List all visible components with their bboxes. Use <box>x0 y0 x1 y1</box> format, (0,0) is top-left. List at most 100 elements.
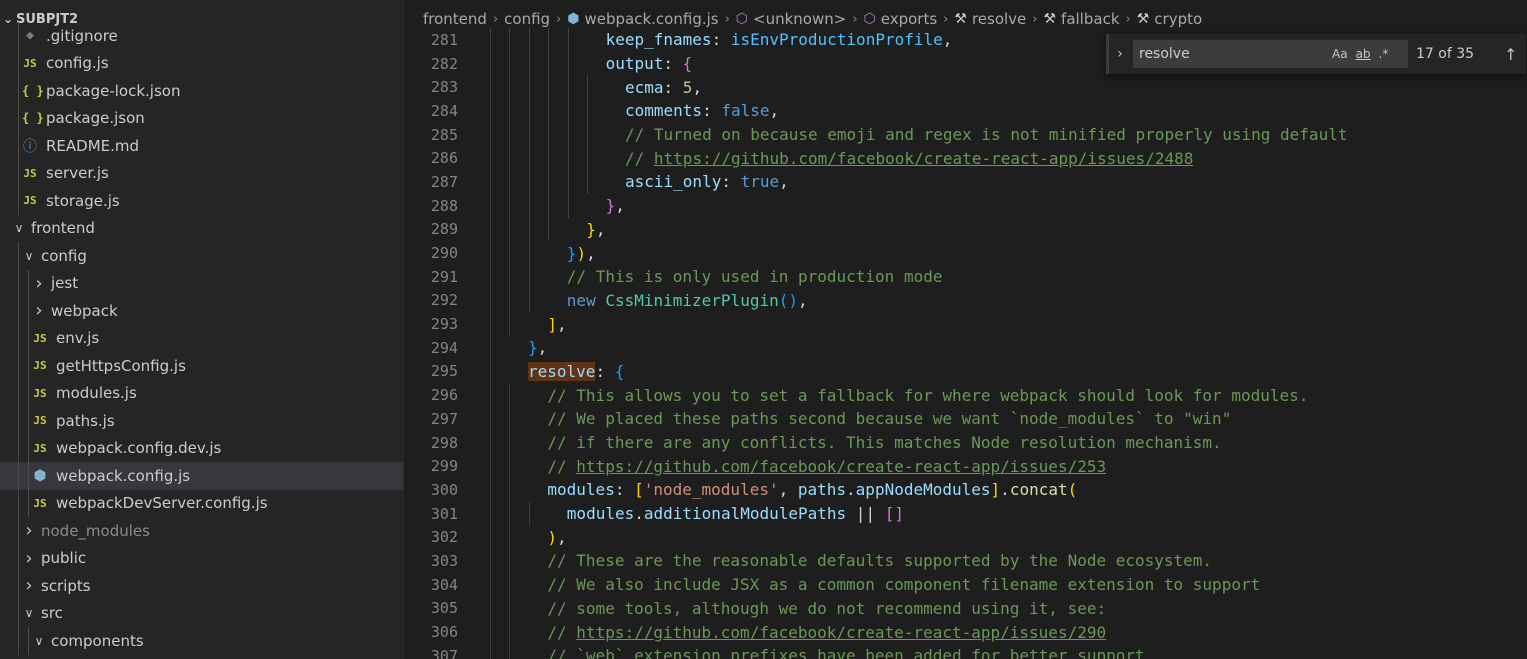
find-field[interactable]: Aa ab .* <box>1133 40 1408 68</box>
code-line[interactable]: 293], <box>404 312 1527 336</box>
tree-folder[interactable]: › node_modules <box>0 517 403 545</box>
code-line[interactable]: 285 // Turned on because emoji and regex … <box>404 122 1527 147</box>
whole-word-toggle[interactable]: ab <box>1356 47 1371 61</box>
code-line[interactable]: 303 // These are the reasonable defaults … <box>404 549 1527 573</box>
indent-guide <box>18 324 19 352</box>
tree-folder[interactable]: › public <box>0 544 403 572</box>
code-token: : <box>663 54 683 74</box>
js-icon: JS <box>33 496 47 510</box>
code-area[interactable]: 281 keep_fnames: isEnvProductionProfile, 2… <box>404 28 1527 659</box>
indent-guide <box>509 525 511 550</box>
code-line[interactable]: 287 ascii_only: true, <box>404 170 1527 194</box>
tree-file[interactable]: ⓘ README.md <box>0 132 403 160</box>
indent-guide <box>528 146 530 171</box>
tree-file[interactable]: JS storage.js <box>0 187 403 215</box>
code-line[interactable]: 295 resolve: { <box>404 359 1527 384</box>
match-case-toggle[interactable]: Aa <box>1332 47 1348 61</box>
tree-folder[interactable]: ∨ frontend <box>0 215 403 243</box>
code-editor[interactable]: frontend › config › ⬢ webpack.config.js › ⬡ <unk… <box>404 0 1527 659</box>
breadcrumb-item[interactable]: fallback <box>1061 10 1119 28</box>
indent-guide <box>548 193 550 218</box>
tree-item-label: README.md <box>46 136 140 155</box>
code-text: ), <box>547 528 566 547</box>
indent-guide <box>587 146 588 171</box>
tree-file[interactable]: JS getHttpsConfig.js <box>0 352 403 380</box>
indent-guide <box>587 122 588 147</box>
tree-item-label: getHttpsConfig.js <box>56 356 186 375</box>
code-line[interactable]: 299 // https://github.com/facebook/create… <box>404 454 1527 479</box>
tree-file[interactable]: JS modules.js <box>0 379 403 407</box>
tree-file[interactable]: JS webpack.config.dev.js <box>0 434 403 462</box>
tree-file[interactable]: JS config.js <box>0 49 403 77</box>
breadcrumb-item[interactable]: webpack.config.js <box>585 10 719 28</box>
code-line[interactable]: 305 // some tools, although we do not rec… <box>404 596 1527 621</box>
tree-file[interactable]: JS webpackDevServer.config.js <box>0 489 403 517</box>
code-line[interactable]: 286 // https://github.com/facebook/create… <box>404 146 1527 171</box>
code-line[interactable]: 306 // https://github.com/facebook/create… <box>404 620 1527 644</box>
code-token: ) <box>547 527 558 547</box>
tree-file[interactable]: ⬢ webpack.config.js <box>0 462 403 490</box>
indent-guide <box>490 430 491 455</box>
tree-file[interactable]: ◆ .gitignore <box>0 22 403 50</box>
breadcrumb-item[interactable]: crypto <box>1154 10 1202 28</box>
code-line[interactable]: 291 // This is only used in production mo… <box>404 264 1527 289</box>
regex-toggle[interactable]: .* <box>1379 47 1389 61</box>
indent-guide <box>18 489 19 517</box>
tree-file[interactable]: JS server.js <box>0 159 403 187</box>
code-line[interactable]: 301 modules.additionalModulePaths || [] <box>404 501 1527 526</box>
code-line[interactable]: 284 comments: false, <box>404 99 1527 123</box>
indent-guide <box>490 217 491 242</box>
code-line[interactable]: 294}, <box>404 335 1527 360</box>
indent-guide <box>509 99 511 123</box>
code-line[interactable]: 302), <box>404 525 1527 550</box>
symbol-module-icon: ⬡ <box>735 11 749 27</box>
breadcrumb-item[interactable]: frontend <box>423 10 487 28</box>
code-line[interactable]: 296 // This allows you to set a fallback … <box>404 383 1527 407</box>
webpack-icon: ⬢ <box>567 11 580 27</box>
code-line[interactable]: 288}, <box>404 193 1527 218</box>
tree-file[interactable]: JS paths.js <box>0 407 403 435</box>
find-input[interactable] <box>1139 46 1324 62</box>
code-line[interactable]: 297 // We placed these paths second becau… <box>404 407 1527 431</box>
indent-guide <box>18 462 19 490</box>
code-line[interactable]: 289}, <box>404 217 1527 242</box>
code-text: }, <box>528 338 547 357</box>
indent-guide <box>509 643 511 659</box>
tree-file[interactable]: { } package-lock.json <box>0 77 403 105</box>
code-line[interactable]: 304 // We also include JSX as a common co… <box>404 572 1527 597</box>
code-text: keep_fnames: isEnvProductionProfile, <box>606 30 953 49</box>
tree-folder[interactable]: ∨ components <box>0 627 403 655</box>
chevron-down-icon: ∨ <box>14 221 24 236</box>
code-token: isEnvProductionProfile <box>730 30 943 50</box>
indent-guide <box>528 75 530 100</box>
line-number: 282 <box>430 54 458 73</box>
indent-guide <box>509 596 511 621</box>
breadcrumb-item[interactable]: exports <box>881 10 937 28</box>
code-text: resolve: { <box>528 361 624 381</box>
code-token: } <box>528 338 538 358</box>
tree-item-label: scripts <box>41 576 91 595</box>
tree-folder[interactable]: ∨ config <box>0 242 403 270</box>
code-token: } <box>586 219 596 239</box>
tree-folder[interactable]: ∨ src <box>0 599 403 627</box>
indent-guide <box>18 627 19 655</box>
code-line[interactable]: 283 ecma: 5, <box>404 75 1527 100</box>
code-line[interactable]: 307 // `web` extension prefixes have been… <box>404 643 1527 659</box>
breadcrumb-item[interactable]: <unknown> <box>753 10 846 28</box>
tree-file[interactable]: JS env.js <box>0 324 403 352</box>
toggle-replace-chevron-icon[interactable]: › <box>1109 46 1131 62</box>
indent-guide <box>490 146 491 171</box>
code-text: }), <box>567 244 596 263</box>
code-line[interactable]: 298 // if there are any conflicts. This m… <box>404 430 1527 455</box>
previous-match-arrow-icon[interactable]: ↑ <box>1504 45 1517 64</box>
code-line[interactable]: 292 new CssMinimizerPlugin(), <box>404 288 1527 313</box>
breadcrumb-item[interactable]: resolve <box>972 10 1026 28</box>
tree-folder[interactable]: › scripts <box>0 572 403 600</box>
tree-file[interactable]: { } package.json <box>0 104 403 132</box>
code-line[interactable]: 290}), <box>404 241 1527 265</box>
indent-guide <box>28 434 29 462</box>
tree-folder[interactable]: › jest <box>0 269 403 297</box>
code-line[interactable]: 300 modules: ['node_modules', paths.appNo… <box>404 478 1527 502</box>
tree-folder[interactable]: › webpack <box>0 297 403 325</box>
breadcrumb-item[interactable]: config <box>504 10 550 28</box>
